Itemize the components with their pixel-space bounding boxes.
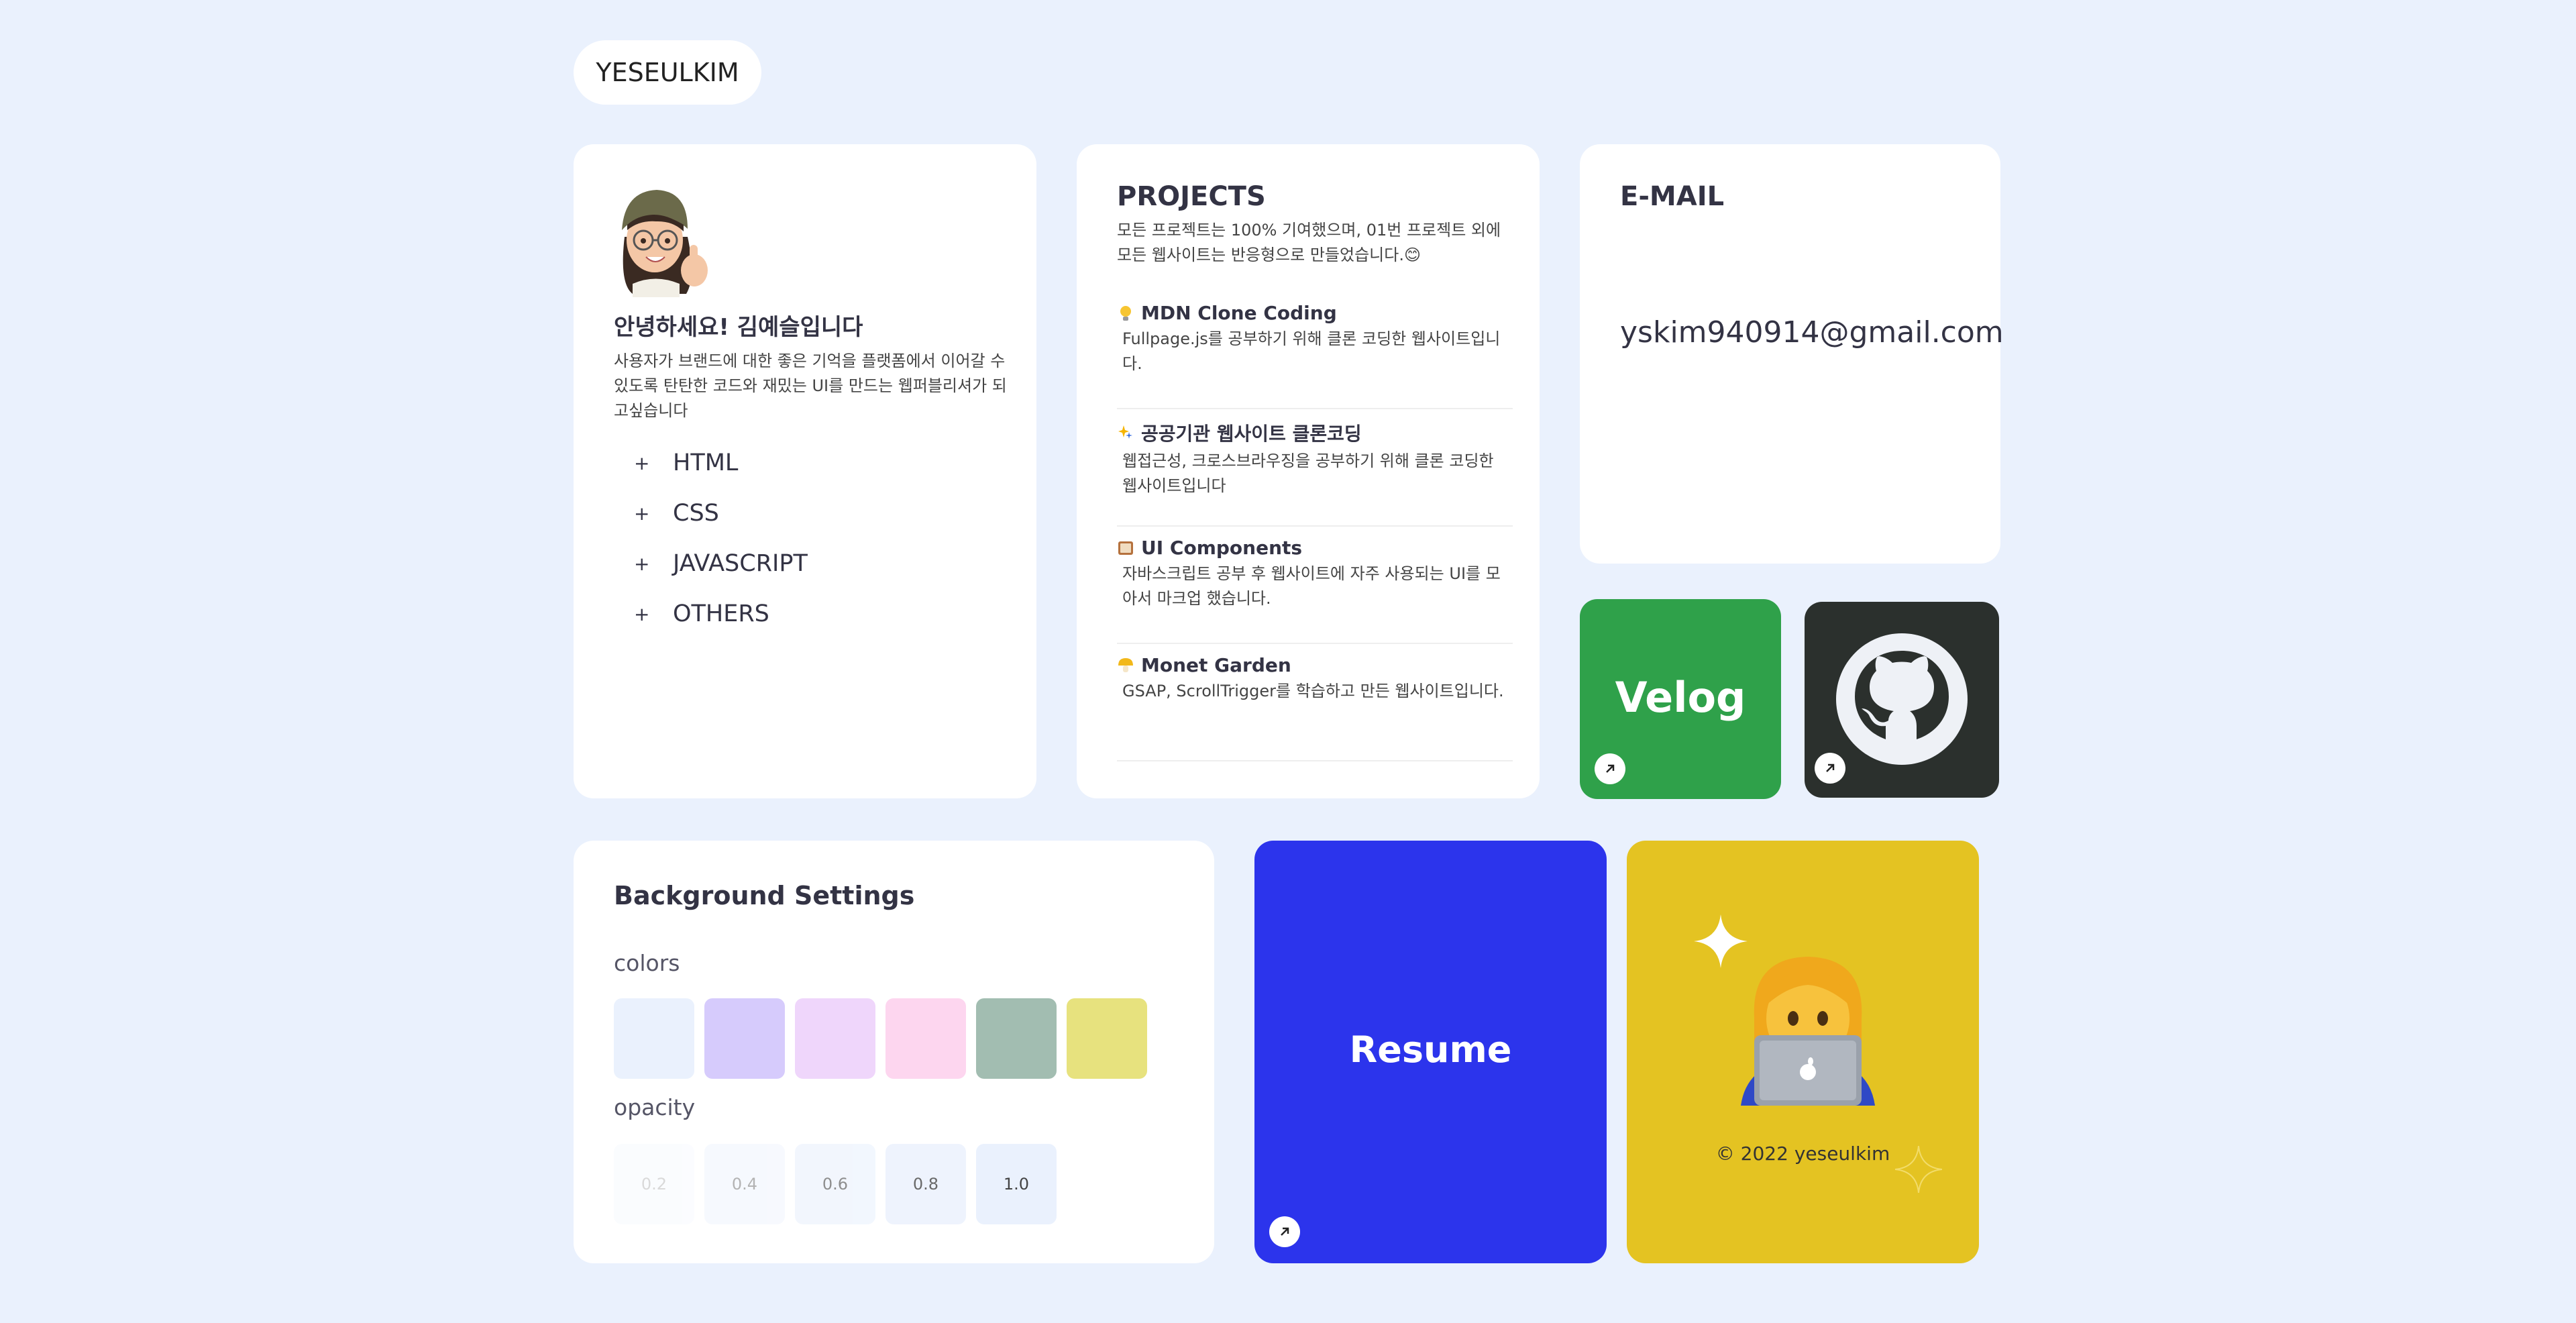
about-card: 안녕하세요! 김예슬입니다 사용자가 브랜드에 대한 좋은 기억을 플랫폼에서 … bbox=[574, 144, 1036, 798]
arrow-up-right-icon bbox=[1815, 753, 1845, 784]
arrow-up-right-icon bbox=[1595, 753, 1625, 784]
mushroom-icon bbox=[1117, 657, 1134, 674]
settings-title: Background Settings bbox=[614, 881, 915, 910]
project-title: UI Components bbox=[1141, 537, 1303, 559]
book-icon bbox=[1117, 539, 1134, 557]
colors-label: colors bbox=[614, 950, 680, 976]
resume-label: Resume bbox=[1349, 1028, 1512, 1071]
project-description: 자바스크립트 공부 후 웹사이트에 자주 사용되는 UI를 모아서 마크업 했습… bbox=[1122, 564, 1501, 608]
color-swatch-3[interactable] bbox=[795, 998, 875, 1079]
about-greeting: 안녕하세요! 김예슬입니다 bbox=[614, 314, 863, 341]
sparkle-icon bbox=[1117, 424, 1134, 441]
opacity-option-0-6[interactable]: 0.6 bbox=[795, 1144, 875, 1224]
project-item-ui-components[interactable]: UI Components 자바스크립트 공부 후 웹사이트에 자주 사용되는 … bbox=[1117, 537, 1513, 644]
email-card: E-MAIL yskim940914@gmail.com bbox=[1580, 144, 2004, 564]
skill-item-css[interactable]: + CSS bbox=[634, 500, 719, 527]
email-address-link[interactable]: yskim940914@gmail.com bbox=[1620, 315, 2004, 350]
github-link-card[interactable] bbox=[1805, 602, 1999, 798]
project-item-public-agency[interactable]: 공공기관 웹사이트 클론코딩 웹접근성, 크로스브라우징을 공부하기 위해 클론… bbox=[1117, 419, 1513, 527]
skill-item-javascript[interactable]: + JAVASCRIPT bbox=[634, 550, 808, 577]
velog-label: Velog bbox=[1615, 673, 1746, 722]
project-description: 웹접근성, 크로스브라우징을 공부하기 위해 클론 코딩한 웹사이트입니다 bbox=[1122, 452, 1494, 495]
background-settings-card: Background Settings colors opacity 0.2 0… bbox=[574, 841, 1214, 1263]
skill-label: HTML bbox=[673, 449, 739, 476]
memoji-thumbs-up-icon bbox=[612, 183, 713, 297]
skill-item-html[interactable]: + HTML bbox=[634, 449, 738, 476]
color-swatch-6[interactable] bbox=[1067, 998, 1147, 1079]
skill-label: JAVASCRIPT bbox=[673, 550, 808, 577]
plus-icon: + bbox=[634, 502, 650, 525]
opacity-option-1-0[interactable]: 1.0 bbox=[976, 1144, 1057, 1224]
color-swatch-5[interactable] bbox=[976, 998, 1057, 1079]
woman-technologist-icon bbox=[1734, 945, 1882, 1108]
color-swatch-4[interactable] bbox=[885, 998, 966, 1079]
project-item-mdn[interactable]: MDN Clone Coding Fullpage.js를 공부하기 위해 클론… bbox=[1117, 302, 1513, 409]
github-octocat-icon bbox=[1835, 632, 1969, 769]
color-swatch-1[interactable] bbox=[614, 998, 694, 1079]
skill-label: CSS bbox=[673, 500, 719, 527]
project-title: Monet Garden bbox=[1141, 654, 1291, 676]
skill-item-others[interactable]: + OTHERS bbox=[634, 600, 769, 627]
resume-link-card[interactable]: Resume bbox=[1254, 841, 1607, 1263]
color-swatch-2[interactable] bbox=[704, 998, 785, 1079]
projects-intro: 모든 프로젝트는 100% 기여했으며, 01번 프로젝트 외에 모든 웹사이트… bbox=[1117, 221, 1501, 264]
about-description: 사용자가 브랜드에 대한 좋은 기억을 플랫폼에서 이어갈 수 있도록 탄탄한 … bbox=[614, 352, 1007, 420]
project-description: GSAP, ScrollTrigger를 학습하고 만든 웹사이트입니다. bbox=[1122, 682, 1504, 700]
projects-card: PROJECTS 모든 프로젝트는 100% 기여했으며, 01번 프로젝트 외… bbox=[1077, 144, 1540, 798]
project-title: 공공기관 웹사이트 클론코딩 bbox=[1141, 423, 1362, 445]
site-logo[interactable]: YESEULKIM bbox=[574, 40, 761, 105]
skill-label: OTHERS bbox=[673, 600, 769, 627]
opacity-option-0-4[interactable]: 0.4 bbox=[704, 1144, 785, 1224]
plus-icon: + bbox=[634, 452, 650, 474]
project-item-monet-garden[interactable]: Monet Garden GSAP, ScrollTrigger를 학습하고 만… bbox=[1117, 654, 1513, 761]
email-title: E-MAIL bbox=[1620, 181, 1725, 212]
projects-title: PROJECTS bbox=[1117, 181, 1266, 212]
velog-link-card[interactable]: Velog bbox=[1580, 599, 1781, 799]
opacity-option-0-2[interactable]: 0.2 bbox=[614, 1144, 694, 1224]
project-description: Fullpage.js를 공부하기 위해 클론 코딩한 웹사이트입니다. bbox=[1122, 329, 1501, 373]
arrow-up-right-icon bbox=[1269, 1216, 1300, 1247]
footer-card: © 2022 yeseulkim bbox=[1627, 841, 1979, 1263]
opacity-label: opacity bbox=[614, 1094, 696, 1120]
copyright-text: © 2022 yeseulkim bbox=[1715, 1143, 1890, 1165]
lightbulb-icon bbox=[1117, 305, 1134, 322]
plus-icon: + bbox=[634, 602, 650, 625]
plus-icon: + bbox=[634, 552, 650, 575]
opacity-option-0-8[interactable]: 0.8 bbox=[885, 1144, 966, 1224]
project-title: MDN Clone Coding bbox=[1141, 302, 1337, 324]
